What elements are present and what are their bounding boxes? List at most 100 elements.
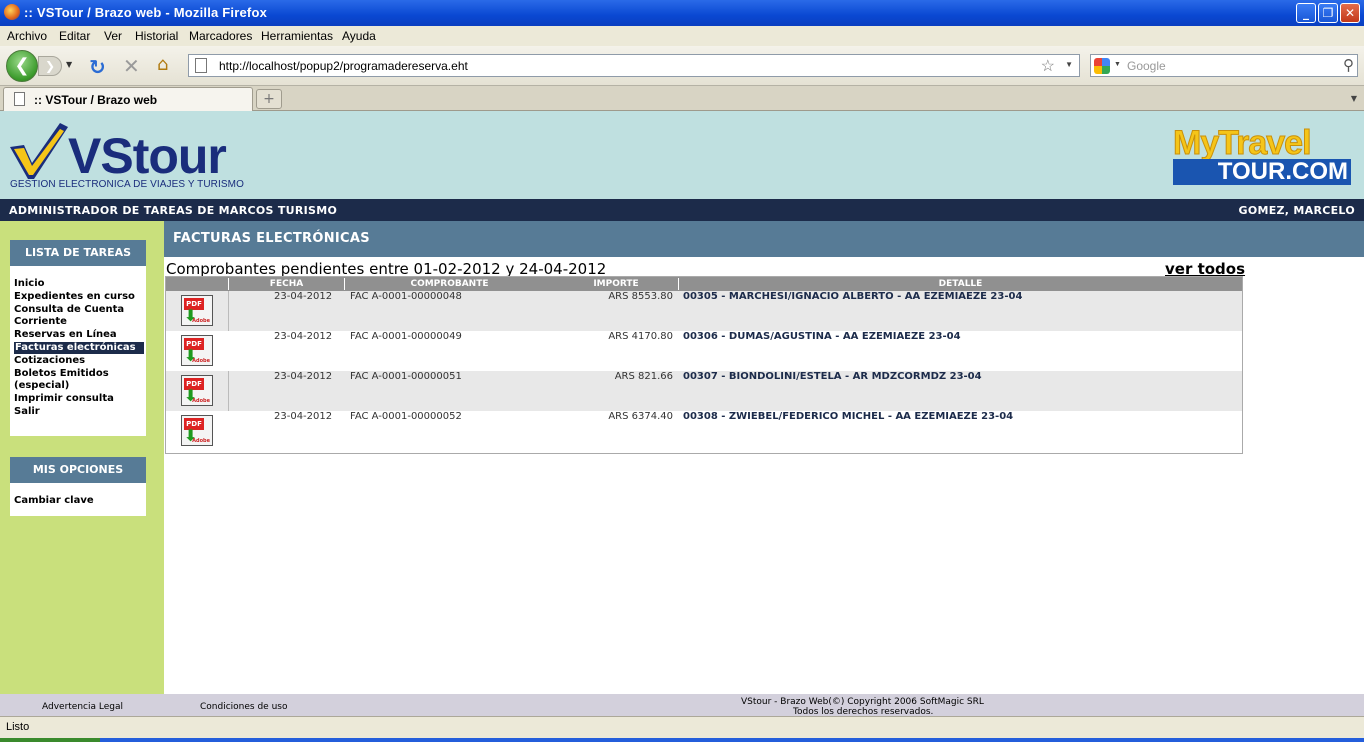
sidebar-item-cuenta-corriente[interactable]: Consulta de Cuenta Corriente — [10, 304, 146, 328]
back-arrow-icon[interactable]: ❮ — [6, 50, 38, 82]
new-tab-icon[interactable]: + — [256, 89, 282, 109]
options-title: MIS OPCIONES — [10, 457, 146, 483]
cell-fecha: 23-04-2012 — [274, 411, 333, 422]
sidebar-item-reservas[interactable]: Reservas en Línea — [10, 329, 146, 341]
search-icon[interactable]: ⚲ — [1343, 56, 1354, 74]
col-importe: IMPORTE — [593, 279, 639, 289]
menu-herramientas[interactable]: Herramientas — [261, 29, 333, 43]
logo-tagline: GESTION ELECTRONICA DE VIAJES Y TURISMO — [10, 179, 244, 190]
menu-editar[interactable]: Editar — [59, 29, 90, 43]
pdf-download-icon[interactable]: PDF ⬇ Adobe — [181, 295, 213, 326]
cell-importe: ARS 6374.40 — [608, 411, 673, 422]
cell-fecha: 23-04-2012 — [274, 331, 333, 342]
tab-vstour[interactable]: :: VSTour / Brazo web — [3, 87, 253, 111]
minimize-icon[interactable]: _ — [1296, 3, 1316, 23]
pdf-download-icon[interactable]: PDF ⬇ Adobe — [181, 375, 213, 406]
search-bar[interactable]: ▼ Google ⚲ — [1090, 54, 1358, 77]
cell-comprobante: FAC A-0001-00000051 — [350, 371, 462, 382]
restore-icon[interactable]: ❐ — [1318, 3, 1338, 23]
terms-link[interactable]: Condiciones de uso — [200, 702, 287, 712]
menu-archivo[interactable]: Archivo — [7, 29, 47, 43]
bookmark-star-icon[interactable]: ☆ — [1041, 56, 1055, 76]
section-header: FACTURAS ELECTRÓNICAS — [164, 221, 1364, 257]
tab-label: :: VSTour / Brazo web — [34, 93, 158, 107]
window-titlebar: :: VSTour / Brazo web - Mozilla Firefox … — [0, 0, 1364, 26]
list-tabs-icon[interactable]: ▼ — [1346, 89, 1362, 109]
menu-ver[interactable]: Ver — [104, 29, 122, 43]
task-list-title: LISTA DE TAREAS — [10, 240, 146, 266]
sidebar-item-cotizaciones[interactable]: Cotizaciones — [10, 355, 146, 367]
menu-marcadores[interactable]: Marcadores — [189, 29, 252, 43]
reload-icon[interactable]: ↻ — [89, 55, 106, 79]
logo-name: VStour — [68, 128, 227, 184]
menu-historial[interactable]: Historial — [135, 29, 178, 43]
table-row: PDF ⬇ Adobe 23-04-2012 FAC A-0001-00000051… — [166, 371, 1242, 411]
sidebar-item-facturas[interactable]: Facturas electrónicas — [14, 342, 144, 354]
user-name: GOMEZ, MARCELO — [1238, 204, 1355, 217]
google-engine-icon[interactable] — [1094, 58, 1110, 74]
status-bar: Listo — [0, 716, 1364, 738]
cell-importe: ARS 8553.80 — [608, 291, 673, 302]
cell-fecha: 23-04-2012 — [274, 371, 333, 382]
table-header: FECHA COMPROBANTE IMPORTE DETALLE — [166, 277, 1242, 291]
mytravel-logo[interactable]: MyTravel TOUR.COM — [1173, 125, 1353, 187]
home-icon[interactable]: ⌂ — [157, 54, 168, 75]
page-footer: Advertencia Legal Condiciones de uso VSt… — [0, 694, 1364, 717]
copyright-line-1: VStour - Brazo Web(©) Copyright 2006 Sof… — [741, 697, 984, 707]
status-text: Listo — [6, 721, 30, 733]
task-list-panel: LISTA DE TAREAS Inicio Expedientes en cu… — [10, 240, 146, 436]
page-icon — [14, 92, 25, 106]
navigation-toolbar: ❮ ❯ ▼ ↻ ✕ ⌂ http://localhost/popup2/prog… — [0, 46, 1364, 86]
table-row: PDF ⬇ Adobe 23-04-2012 FAC A-0001-00000048… — [166, 291, 1242, 331]
cell-comprobante: FAC A-0001-00000048 — [350, 291, 462, 302]
sidebar: LISTA DE TAREAS Inicio Expedientes en cu… — [0, 221, 164, 694]
engine-dropdown-icon[interactable]: ▼ — [1114, 61, 1121, 68]
forward-arrow-icon[interactable]: ❯ — [38, 56, 62, 76]
sidebar-item-salir[interactable]: Salir — [10, 406, 146, 418]
stop-icon[interactable]: ✕ — [123, 54, 140, 78]
cell-comprobante: FAC A-0001-00000049 — [350, 331, 462, 342]
sidebar-item-expedientes[interactable]: Expedientes en curso — [10, 291, 146, 303]
partner-logo-bottom: TOUR.COM — [1173, 159, 1351, 185]
cell-comprobante: FAC A-0001-00000052 — [350, 411, 462, 422]
col-comprobante: COMPROBANTE — [344, 278, 554, 290]
menu-ayuda[interactable]: Ayuda — [342, 29, 376, 43]
url-dropdown-icon[interactable]: ▼ — [1065, 60, 1073, 69]
partner-logo-top: MyTravel — [1173, 124, 1313, 162]
tab-bar: :: VSTour / Brazo web + ▼ — [0, 86, 1364, 111]
vstour-logo[interactable]: VStour GESTION ELECTRONICA DE VIAJES Y T… — [10, 123, 250, 193]
history-dropdown-icon[interactable]: ▼ — [66, 60, 72, 69]
sidebar-item-imprimir[interactable]: Imprimir consulta — [10, 393, 146, 405]
checkmark-logo-icon — [10, 123, 68, 179]
legal-link[interactable]: Advertencia Legal — [42, 702, 123, 712]
admin-title: ADMINISTRADOR DE TAREAS DE MARCOS TURISM… — [9, 204, 338, 217]
page-icon — [195, 58, 207, 73]
close-icon[interactable]: ✕ — [1340, 3, 1360, 23]
firefox-icon — [4, 4, 20, 20]
cell-importe: ARS 4170.80 — [608, 331, 673, 342]
cell-importe: ARS 821.66 — [614, 371, 673, 382]
sidebar-item-inicio[interactable]: Inicio — [10, 278, 146, 290]
col-icon — [166, 278, 228, 290]
cell-detalle[interactable]: 00306 - DUMAS/AGUSTINA - AA EZEMIAEZE 23… — [683, 331, 961, 371]
cell-detalle[interactable]: 00305 - MARCHESI/IGNACIO ALBERTO - AA EZ… — [683, 291, 1022, 331]
pdf-download-icon[interactable]: PDF ⬇ Adobe — [181, 415, 213, 446]
address-bar[interactable]: http://localhost/popup2/programadereserv… — [188, 54, 1080, 77]
pdf-download-icon[interactable]: PDF ⬇ Adobe — [181, 335, 213, 366]
search-input[interactable]: Google — [1127, 59, 1166, 73]
taskbar-edge — [0, 738, 1364, 742]
table-row: PDF ⬇ Adobe 23-04-2012 FAC A-0001-00000049… — [166, 331, 1242, 371]
window-title: :: VSTour / Brazo web - Mozilla Firefox — [24, 5, 268, 20]
admin-bar: ADMINISTRADOR DE TAREAS DE MARCOS TURISM… — [0, 199, 1364, 221]
url-text[interactable]: http://localhost/popup2/programadereserv… — [219, 59, 468, 73]
sidebar-item-boletos[interactable]: Boletos Emitidos (especial) — [10, 368, 146, 392]
cell-detalle[interactable]: 00308 - ZWIEBEL/FEDERICO MICHEL - AA EZE… — [683, 411, 1013, 451]
menu-bar: Archivo Editar Ver Historial Marcadores … — [0, 26, 1364, 46]
cell-fecha: 23-04-2012 — [274, 291, 333, 302]
site-header: VStour GESTION ELECTRONICA DE VIAJES Y T… — [0, 111, 1364, 199]
cell-detalle[interactable]: 00307 - BIONDOLINI/ESTELA - AR MDZCORMDZ… — [683, 371, 982, 411]
options-panel: MIS OPCIONES Cambiar clave — [10, 457, 146, 516]
table-row: PDF ⬇ Adobe 23-04-2012 FAC A-0001-00000052… — [166, 411, 1242, 451]
sidebar-item-cambiar-clave[interactable]: Cambiar clave — [10, 495, 146, 507]
section-title: FACTURAS ELECTRÓNICAS — [173, 231, 370, 246]
